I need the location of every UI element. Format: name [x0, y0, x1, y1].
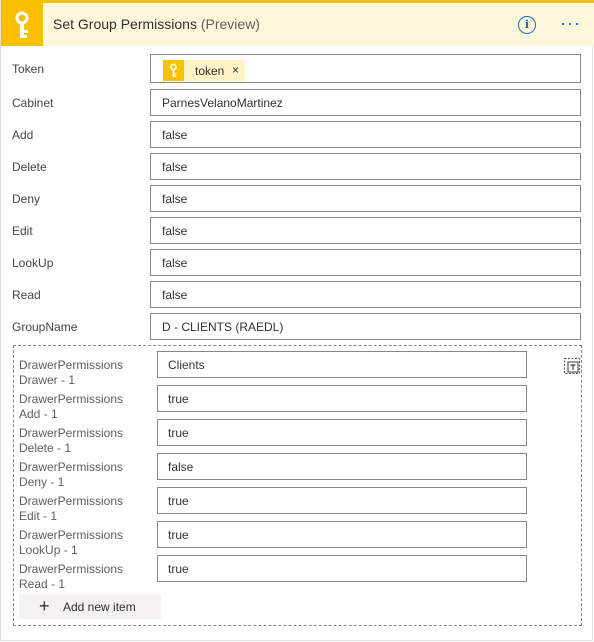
drawer-deny-value: false [168, 460, 194, 474]
drawer-deny-field[interactable]: false [157, 453, 527, 480]
drawer-add-label: DrawerPermissions Add - 1 [19, 392, 123, 422]
token-label: Token [12, 62, 45, 76]
add-new-item-label: Add new item [63, 600, 136, 614]
delete-field[interactable]: false [150, 153, 581, 180]
read-field[interactable]: false [150, 281, 581, 308]
token-chip[interactable]: token × [163, 60, 245, 81]
lookup-value: false [162, 256, 188, 270]
add-value: false [162, 128, 188, 142]
drawer-lookup-field[interactable]: true [157, 521, 527, 548]
drawer-field[interactable]: Clients [157, 351, 527, 378]
read-label: Read [12, 288, 41, 302]
drawer-delete-label-line1: DrawerPermissions [19, 426, 124, 440]
token-field[interactable]: token × [150, 54, 581, 83]
drawer-label-line1: DrawerPermissions [19, 358, 124, 372]
drawer-edit-field[interactable]: true [157, 487, 527, 514]
drawer-delete-label-line2: Delete - 1 [19, 441, 72, 455]
drawer-lookup-label-line2: LookUp - 1 [19, 543, 78, 557]
deny-value: false [162, 192, 188, 206]
preview-tag: (Preview) [200, 16, 260, 32]
drawer-read-label: DrawerPermissions Read - 1 [19, 562, 123, 592]
cabinet-field[interactable]: ParnesVelanoMartinez [150, 89, 581, 116]
drawer-lookup-value: true [168, 528, 189, 542]
drawer-deny-label: DrawerPermissions Deny - 1 [19, 460, 123, 490]
delete-value: false [162, 160, 188, 174]
groupname-field[interactable]: D - CLIENTS (RAEDL) [150, 313, 581, 340]
drawer-delete-label: DrawerPermissions Delete - 1 [19, 426, 123, 456]
groupname-label: GroupName [12, 320, 78, 334]
drawer-read-value: true [168, 562, 189, 576]
read-value: false [162, 288, 188, 302]
drawer-read-label-line1: DrawerPermissions [19, 562, 124, 576]
edit-field[interactable]: false [150, 217, 581, 244]
drawer-edit-label-line1: DrawerPermissions [19, 494, 124, 508]
drawer-read-label-line2: Read - 1 [19, 577, 66, 591]
drawer-delete-field[interactable]: true [157, 419, 527, 446]
remove-token-icon[interactable]: × [232, 63, 239, 77]
drawer-deny-label-line2: Deny - 1 [19, 475, 65, 489]
ellipsis-icon[interactable]: ··· [560, 13, 581, 33]
drawer-value: Clients [168, 358, 205, 372]
groupname-value: D - CLIENTS (RAEDL) [162, 320, 284, 334]
drawer-lookup-label: DrawerPermissions LookUp - 1 [19, 528, 123, 558]
action-title: Set Group Permissions (Preview) [53, 16, 260, 32]
drawer-edit-label-line2: Edit - 1 [19, 509, 58, 523]
drawer-add-label-line2: Add - 1 [19, 407, 58, 421]
delete-label: Delete [12, 160, 47, 174]
info-icon[interactable]: i [518, 16, 536, 34]
deny-label: Deny [12, 192, 41, 206]
switch-to-text-mode-icon[interactable] [563, 357, 581, 375]
drawer-edit-label: DrawerPermissions Edit - 1 [19, 494, 123, 524]
drawer-lookup-label-line1: DrawerPermissions [19, 528, 124, 542]
drawer-edit-value: true [168, 494, 189, 508]
action-card: Set Group Permissions (Preview) i ··· To… [0, 0, 594, 641]
key-icon [163, 60, 184, 81]
token-chip-text: token [195, 64, 225, 78]
cabinet-value: ParnesVelanoMartinez [162, 96, 283, 110]
edit-label: Edit [12, 224, 33, 238]
deny-field[interactable]: false [150, 185, 581, 212]
add-field[interactable]: false [150, 121, 581, 148]
drawer-add-value: true [168, 392, 189, 406]
lookup-label: LookUp [12, 256, 54, 270]
key-icon [1, 3, 43, 46]
drawer-read-field[interactable]: true [157, 555, 527, 582]
drawer-label: DrawerPermissions Drawer - 1 [19, 358, 123, 388]
drawer-deny-label-line1: DrawerPermissions [19, 460, 124, 474]
action-header[interactable]: Set Group Permissions (Preview) i ··· [1, 0, 594, 46]
cabinet-label: Cabinet [12, 96, 54, 110]
drawer-add-label-line1: DrawerPermissions [19, 392, 124, 406]
plus-icon: + [39, 596, 50, 616]
drawer-delete-value: true [168, 426, 189, 440]
add-label: Add [12, 128, 34, 142]
drawer-add-field[interactable]: true [157, 385, 527, 412]
add-new-item-button[interactable]: + Add new item [19, 594, 161, 619]
action-title-text: Set Group Permissions [53, 16, 197, 32]
drawer-label-line2: Drawer - 1 [19, 373, 76, 387]
edit-value: false [162, 224, 188, 238]
lookup-field[interactable]: false [150, 249, 581, 276]
